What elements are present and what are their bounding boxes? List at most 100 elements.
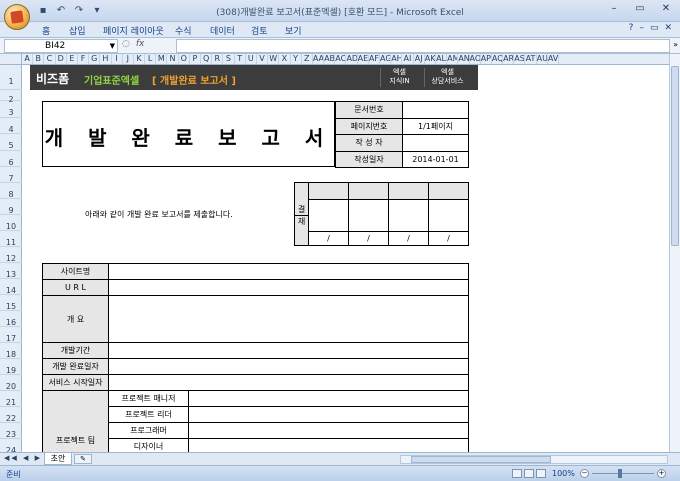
name-box[interactable]: BI42 ▼ bbox=[4, 39, 118, 53]
approval-header-cell[interactable] bbox=[348, 182, 389, 200]
doc-restore-button[interactable]: ▭ bbox=[650, 23, 659, 33]
column-header[interactable]: R bbox=[212, 54, 224, 64]
tab-insert[interactable]: 삽입 bbox=[69, 24, 86, 37]
zoom-track[interactable] bbox=[592, 473, 654, 474]
excel-consult-button[interactable]: 엑셀 상담서비스 bbox=[424, 68, 470, 87]
normal-view-icon[interactable] bbox=[512, 469, 522, 478]
column-header[interactable]: AQ bbox=[492, 54, 504, 64]
row-header[interactable]: 5 bbox=[0, 134, 22, 151]
column-header[interactable]: C bbox=[44, 54, 56, 64]
zoom-in-button[interactable]: + bbox=[657, 469, 666, 478]
row-header[interactable]: 18 bbox=[0, 343, 22, 359]
tab-formulas[interactable]: 수식 bbox=[175, 24, 192, 37]
row-header[interactable]: 11 bbox=[0, 231, 22, 247]
info-value[interactable] bbox=[402, 101, 469, 119]
approval-header-cell[interactable] bbox=[308, 182, 349, 200]
form-value[interactable] bbox=[108, 342, 469, 359]
column-header[interactable]: AA bbox=[313, 54, 325, 64]
row-header[interactable]: 16 bbox=[0, 311, 22, 327]
column-header[interactable]: AG bbox=[380, 54, 392, 64]
column-header[interactable]: J bbox=[123, 54, 134, 64]
column-header[interactable]: M bbox=[156, 54, 168, 64]
column-header[interactable]: AK bbox=[425, 54, 436, 64]
column-header[interactable]: F bbox=[78, 54, 90, 64]
approval-sign-cell[interactable] bbox=[348, 199, 389, 232]
column-header[interactable]: AN bbox=[458, 54, 470, 64]
row-header[interactable]: 15 bbox=[0, 295, 22, 311]
zoom-slider[interactable]: − + bbox=[580, 469, 666, 478]
zoom-knob[interactable] bbox=[618, 469, 622, 478]
column-header[interactable]: AI bbox=[402, 54, 414, 64]
row-header[interactable]: 7 bbox=[0, 167, 22, 183]
info-value[interactable] bbox=[402, 134, 469, 152]
team-role-value[interactable] bbox=[188, 390, 469, 407]
zoom-out-button[interactable]: − bbox=[580, 469, 589, 478]
approval-sign-cell[interactable] bbox=[308, 199, 349, 232]
row-header[interactable]: 6 bbox=[0, 151, 22, 167]
column-header[interactable]: E bbox=[67, 54, 78, 64]
form-value[interactable] bbox=[108, 295, 469, 343]
approval-date-cell[interactable]: / bbox=[428, 231, 469, 246]
column-header[interactable]: S bbox=[223, 54, 235, 64]
row-header[interactable]: 8 bbox=[0, 183, 22, 199]
row-header[interactable]: 3 bbox=[0, 101, 22, 118]
cancel-formula-icon[interactable]: ◌ bbox=[122, 39, 130, 49]
approval-header-cell[interactable] bbox=[428, 182, 469, 200]
form-value[interactable] bbox=[108, 358, 469, 375]
column-header[interactable]: L bbox=[145, 54, 157, 64]
page-layout-view-icon[interactable] bbox=[524, 469, 534, 478]
page-break-view-icon[interactable] bbox=[536, 469, 546, 478]
row-header[interactable]: 13 bbox=[0, 263, 22, 279]
row-header[interactable]: 12 bbox=[0, 247, 22, 263]
row-header[interactable]: 23 bbox=[0, 423, 22, 439]
row-header[interactable]: 19 bbox=[0, 359, 22, 375]
approval-sign-cell[interactable] bbox=[428, 199, 469, 232]
row-header[interactable]: 21 bbox=[0, 391, 22, 407]
vertical-scrollbar[interactable] bbox=[669, 54, 680, 452]
fx-icon[interactable]: fx bbox=[136, 39, 145, 49]
column-header[interactable]: Y bbox=[291, 54, 302, 64]
approval-date-cell[interactable]: / bbox=[348, 231, 389, 246]
approval-date-cell[interactable]: / bbox=[308, 231, 349, 246]
info-value[interactable]: 1/1페이지 bbox=[402, 117, 469, 135]
column-header[interactable]: AV bbox=[548, 54, 559, 64]
row-header[interactable]: 24 bbox=[0, 439, 22, 452]
zoom-level[interactable]: 100% bbox=[552, 469, 575, 478]
column-header[interactable]: G bbox=[89, 54, 101, 64]
column-header[interactable]: AM bbox=[447, 54, 459, 64]
form-value[interactable] bbox=[108, 263, 469, 280]
excel-knowledge-button[interactable]: 엑셀 지식IN bbox=[380, 68, 418, 87]
row-header[interactable]: 9 bbox=[0, 199, 22, 215]
worksheet-grid[interactable]: A B C D E F G H I J K L M N O P Q R S T U V W X Y Z AA AB AC AD AE AF AG… bbox=[0, 54, 680, 452]
approval-header-cell[interactable] bbox=[388, 182, 429, 200]
column-header[interactable]: A bbox=[22, 54, 34, 64]
column-header[interactable]: AU bbox=[537, 54, 548, 64]
tab-data[interactable]: 데이터 bbox=[210, 24, 235, 37]
doc-close-button[interactable]: ✕ bbox=[664, 23, 672, 33]
column-header[interactable]: B bbox=[33, 54, 45, 64]
select-all-corner[interactable] bbox=[0, 54, 22, 64]
vertical-scroll-thumb[interactable] bbox=[671, 66, 679, 246]
column-header[interactable]: H bbox=[100, 54, 112, 64]
column-header[interactable]: AJ bbox=[414, 54, 425, 64]
column-header[interactable]: AO bbox=[470, 54, 481, 64]
maximize-button[interactable]: ▭ bbox=[632, 3, 648, 14]
expand-formula-icon[interactable]: » bbox=[673, 40, 678, 49]
row-header[interactable]: 20 bbox=[0, 375, 22, 391]
row-header[interactable]: 22 bbox=[0, 407, 22, 423]
insert-sheet-icon[interactable]: ✎ bbox=[74, 454, 92, 464]
team-role-value[interactable] bbox=[188, 438, 469, 452]
sheet-tab-active[interactable]: 초안 bbox=[44, 453, 72, 465]
row-header[interactable]: 2 bbox=[0, 90, 22, 104]
column-header[interactable]: AC bbox=[335, 54, 347, 64]
horizontal-scroll-thumb[interactable] bbox=[411, 456, 551, 463]
form-value[interactable] bbox=[108, 279, 469, 296]
row-header[interactable]: 10 bbox=[0, 215, 22, 231]
column-header[interactable]: AR bbox=[503, 54, 515, 64]
column-header[interactable]: W bbox=[268, 54, 280, 64]
tab-view[interactable]: 보기 bbox=[285, 24, 302, 37]
column-header[interactable]: T bbox=[235, 54, 246, 64]
column-header[interactable]: AE bbox=[358, 54, 369, 64]
column-header[interactable]: P bbox=[190, 54, 201, 64]
column-header[interactable]: AH bbox=[391, 54, 403, 64]
